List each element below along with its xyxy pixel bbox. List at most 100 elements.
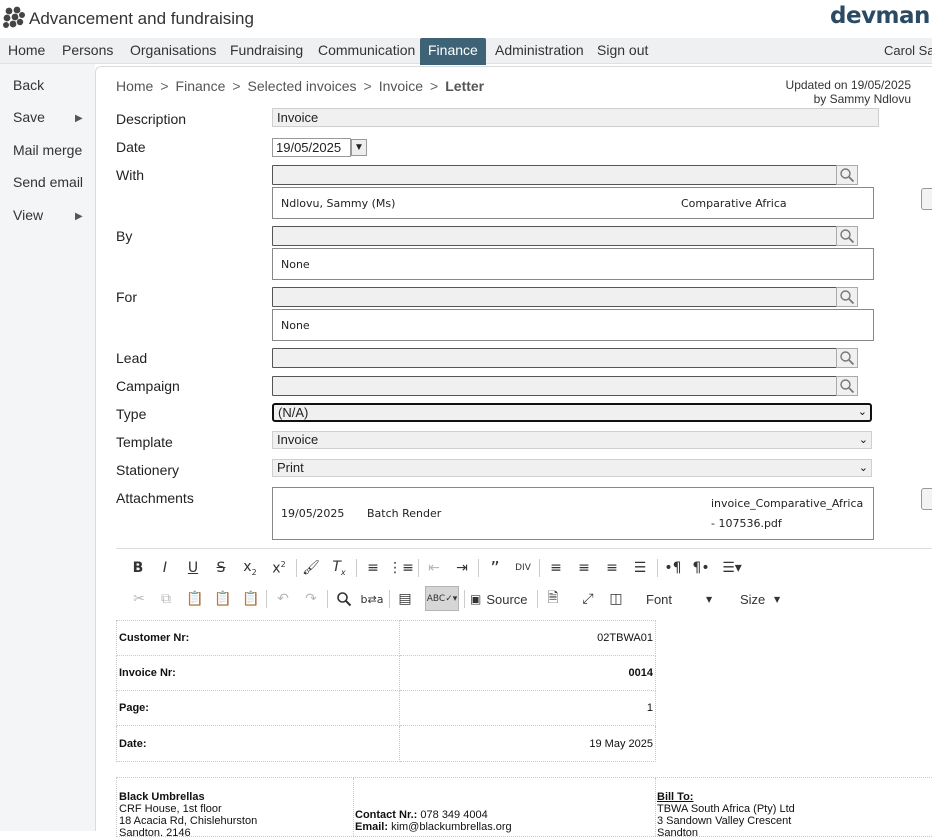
row-value[interactable]: 1 [399, 690, 656, 726]
description-field[interactable]: Invoice [272, 108, 879, 127]
font-dropdown[interactable]: Font ▼ [640, 588, 726, 610]
for-label: For [116, 289, 137, 305]
replace-button[interactable]: b⇄a [361, 588, 384, 610]
row-value[interactable]: 0014 [399, 655, 656, 691]
nav-communication[interactable]: Communication [310, 38, 423, 64]
sidebar-mail-merge[interactable]: Mail merge [13, 142, 82, 158]
save-submenu-arrow-icon[interactable]: ▶ [75, 113, 83, 124]
breadcrumb-selected-invoices[interactable]: Selected invoices [248, 78, 357, 94]
campaign-search-button[interactable] [836, 376, 858, 396]
paste-word-icon: 📋 [242, 591, 260, 607]
outdent-button[interactable]: ⇤ [423, 557, 445, 579]
align-center-icon: ≡ [578, 560, 590, 576]
align-right-button[interactable]: ≡ [601, 557, 623, 579]
campaign-lookup-input[interactable] [272, 376, 837, 396]
by-search-button[interactable] [836, 226, 858, 246]
contact-cell[interactable]: Contact Nr.: 078 349 4004 Email: kim@bla… [354, 778, 656, 836]
show-blocks-button[interactable]: ◫ [605, 588, 627, 610]
bold-icon: B [132, 560, 144, 576]
row-value[interactable]: 19 May 2025 [399, 725, 656, 762]
view-submenu-arrow-icon[interactable]: ▶ [75, 211, 83, 222]
templates-button[interactable]: 🗎 [542, 588, 564, 610]
blockquote-button[interactable]: ” [484, 557, 506, 579]
attachment-description: Batch Render [367, 507, 442, 520]
nav-organisations[interactable]: Organisations [122, 38, 224, 64]
breadcrumb-invoice[interactable]: Invoice [379, 78, 423, 94]
row-label[interactable]: Page: [116, 690, 400, 726]
row-label[interactable]: Customer Nr: [116, 620, 400, 656]
with-lookup-input[interactable] [272, 165, 837, 185]
language-button[interactable]: ☰▾ [718, 557, 746, 579]
find-button[interactable] [333, 588, 355, 610]
rtl-button[interactable]: ¶• [690, 557, 712, 579]
nav-finance[interactable]: Finance [420, 38, 486, 65]
maximize-button[interactable]: ⤢ [577, 588, 599, 610]
paste-button[interactable]: 📋 [184, 588, 206, 610]
breadcrumb-finance[interactable]: Finance [176, 78, 226, 94]
remove-format-button[interactable]: Tx [328, 557, 350, 579]
spellcheck-button[interactable]: ABC✓▾ [425, 586, 459, 611]
italic-button[interactable]: I [155, 557, 175, 579]
type-value: (N/A) [278, 405, 309, 420]
breadcrumb-home[interactable]: Home [116, 78, 153, 94]
size-dropdown[interactable]: Size ▼ [734, 588, 790, 610]
redo-button[interactable]: ↷ [300, 588, 322, 610]
ltr-button[interactable]: •¶ [662, 557, 684, 579]
sidebar-view[interactable]: View [13, 207, 43, 223]
undo-button[interactable]: ↶ [272, 588, 294, 610]
underline-button[interactable]: U [183, 557, 203, 579]
source-button[interactable]: ▣ Source [470, 588, 532, 610]
indent-button[interactable]: ⇥ [451, 557, 473, 579]
paste-text-icon: 📋 [214, 591, 232, 607]
lead-lookup-input[interactable] [272, 348, 837, 368]
sidebar-back[interactable]: Back [13, 77, 44, 93]
for-lookup-input[interactable] [272, 287, 837, 307]
copy-button[interactable]: ⧉ [155, 588, 177, 610]
template-select[interactable]: Invoice ⌄ [272, 431, 872, 449]
nav-fundraising[interactable]: Fundraising [222, 38, 311, 64]
type-select[interactable]: (N/A) ⌄ [272, 403, 872, 422]
date-dropdown-button[interactable]: ▼ [351, 139, 367, 156]
user-name[interactable]: Carol Sa [884, 38, 932, 63]
paste-word-button[interactable]: 📋 [240, 588, 262, 610]
by-lookup-input[interactable] [272, 226, 837, 246]
row-label[interactable]: Date: [116, 725, 400, 762]
numbered-list-button[interactable]: ≡ [362, 557, 384, 579]
nav-sign-out[interactable]: Sign out [589, 38, 656, 64]
row-value[interactable]: 02TBWA01 [399, 620, 656, 656]
maximize-icon: ⤢ [582, 591, 594, 607]
create-div-button[interactable]: DIV [512, 557, 534, 579]
bold-button[interactable]: B [128, 557, 148, 579]
with-search-button[interactable] [836, 165, 858, 185]
attachment-filename-cont[interactable]: - 107536.pdf [711, 517, 782, 530]
align-center-button[interactable]: ≡ [573, 557, 595, 579]
sidebar-save[interactable]: Save [13, 109, 45, 125]
cut-button[interactable]: ✂ [128, 588, 150, 610]
company-address-line: 18 Acacia Rd, Chislehurston [119, 815, 258, 827]
superscript-button[interactable]: x2 [268, 557, 290, 579]
nav-persons[interactable]: Persons [54, 38, 121, 64]
company-address-cell[interactable]: Black Umbrellas CRF House, 1st floor 18 … [117, 778, 354, 836]
align-left-button[interactable]: ≡ [545, 557, 567, 579]
stationery-select[interactable]: Print ⌄ [272, 459, 872, 477]
subscript-button[interactable]: x2 [239, 557, 261, 579]
paste-text-button[interactable]: 📋 [212, 588, 234, 610]
select-all-button[interactable]: ▤ [394, 588, 416, 610]
for-search-button[interactable] [836, 287, 858, 307]
row-label[interactable]: Invoice Nr: [116, 655, 400, 691]
attachment-filename[interactable]: invoice_Comparative_Africa [711, 497, 863, 510]
description-label: Description [116, 111, 187, 127]
updated-date: Updated on 19/05/2025 [785, 78, 911, 92]
strikethrough-button[interactable]: S [211, 557, 231, 579]
bill-to-cell[interactable]: Bill To: TBWA South Africa (Pty) Ltd 3 S… [656, 778, 932, 836]
justify-button[interactable]: ☰ [629, 557, 651, 579]
copy-format-button[interactable]: 🖌 [300, 557, 322, 579]
bulleted-list-button[interactable]: ⋮≡ [388, 557, 414, 579]
nav-administration[interactable]: Administration [487, 38, 592, 64]
date-input[interactable]: 19/05/2025 [272, 138, 351, 157]
lead-search-button[interactable] [836, 348, 858, 368]
attachments-side-button[interactable] [921, 488, 932, 510]
nav-home[interactable]: Home [0, 38, 53, 64]
sidebar-send-email[interactable]: Send email [13, 174, 83, 190]
with-side-button[interactable] [921, 188, 932, 210]
